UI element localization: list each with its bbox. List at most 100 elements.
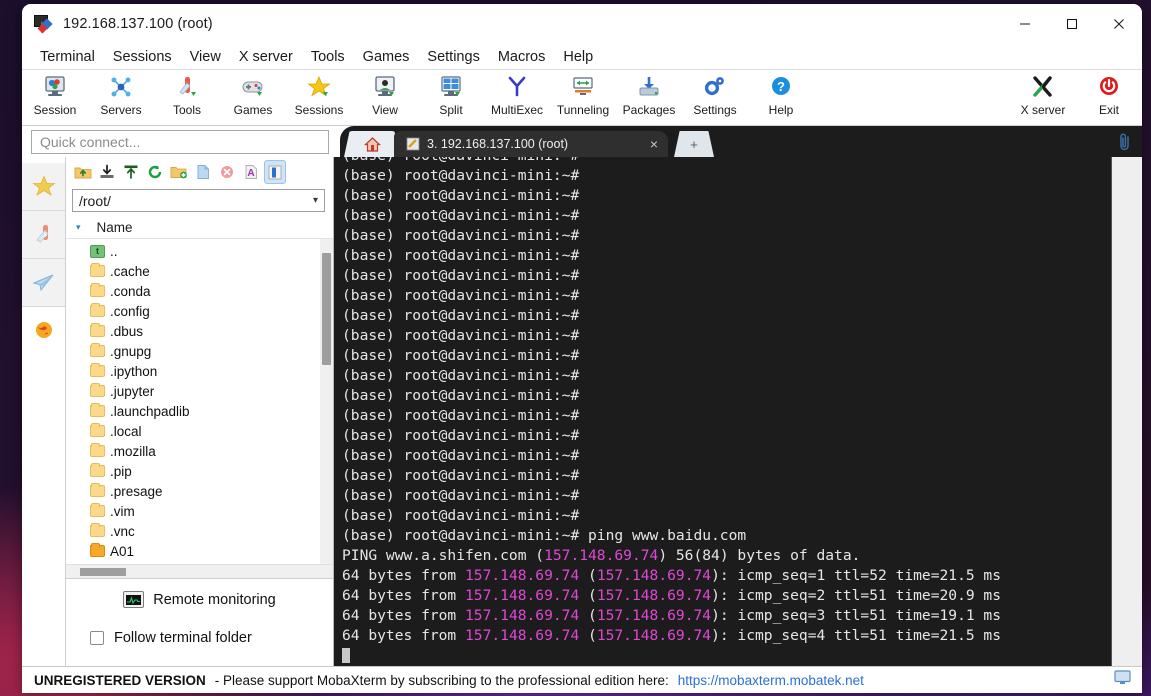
terminal-prompt-line: (base) root@davinci-mini:~# <box>342 347 580 364</box>
folder-icon <box>90 303 105 317</box>
menu-games[interactable]: Games <box>354 47 419 67</box>
remote-monitoring-button[interactable]: Remote monitoring <box>66 591 333 608</box>
toolbar-exit-button[interactable]: Exit <box>1076 70 1142 124</box>
file-list-item[interactable]: .local <box>66 421 320 441</box>
file-list-item-label: .config <box>110 303 150 319</box>
file-list-item[interactable]: .vim <box>66 501 320 521</box>
menu-view[interactable]: View <box>181 47 230 67</box>
new-file-icon[interactable] <box>192 160 214 184</box>
terminal-output[interactable]: (base) root@davinci-mini:~# (base) root@d… <box>334 157 1111 666</box>
file-list-item[interactable]: .gnupg <box>66 341 320 361</box>
multiexec-icon <box>504 73 530 101</box>
title-bar: 192.168.137.100 (root) <box>22 4 1142 45</box>
toolbar-view-button[interactable]: View <box>352 70 418 124</box>
paperclip-icon[interactable] <box>1117 132 1132 157</box>
file-browser-footer: Remote monitoring Follow terminal folder <box>66 578 333 666</box>
toolbar-servers-button[interactable]: Servers <box>88 70 154 124</box>
folder-icon <box>90 483 105 497</box>
file-list-header[interactable]: ▾ Name <box>66 216 333 239</box>
file-path-combobox[interactable]: /root/ ▾ <box>72 189 325 212</box>
toolbar-xserver-button[interactable]: X server <box>1010 70 1076 124</box>
file-list-item[interactable]: A01 <box>66 541 320 561</box>
delete-icon[interactable] <box>216 160 238 184</box>
toolbar-exit-label: Exit <box>1098 103 1119 117</box>
minimize-button[interactable] <box>1001 4 1048 45</box>
menu-x-server[interactable]: X server <box>230 47 302 67</box>
toolbar-games-button[interactable]: Games <box>220 70 286 124</box>
menu-bar: Terminal Sessions View X server Tools Ga… <box>22 45 1142 70</box>
file-list-item[interactable]: .launchpadlib <box>66 401 320 421</box>
new-tab-button[interactable]: + <box>674 131 714 157</box>
file-list-hscroll-thumb[interactable] <box>80 568 126 576</box>
quick-connect-input[interactable]: Quick connect... <box>31 129 329 154</box>
file-list-item[interactable]: .conda <box>66 281 320 301</box>
new-folder-icon[interactable] <box>168 160 190 184</box>
toolbar-split-button[interactable]: Split <box>418 70 484 124</box>
maximize-button[interactable] <box>1048 4 1095 45</box>
file-list-scrollbar[interactable] <box>320 239 333 564</box>
download-icon[interactable] <box>96 160 118 184</box>
follow-terminal-folder-row[interactable]: Follow terminal folder <box>66 630 333 646</box>
sidebar-sftp[interactable] <box>22 259 65 307</box>
mobaxterm-link[interactable]: https://mobaxterm.mobatek.net <box>678 673 864 688</box>
menu-tools[interactable]: Tools <box>302 47 354 67</box>
terminal-scrollbar[interactable] <box>1111 157 1142 666</box>
terminal-prompt-line: (base) root@davinci-mini:~# <box>342 487 580 504</box>
file-list-item[interactable]: .mozilla <box>66 441 320 461</box>
tab-home[interactable] <box>344 131 400 157</box>
toolbar-tools-button[interactable]: Tools <box>154 70 220 124</box>
refresh-icon[interactable] <box>144 160 166 184</box>
toolbar-xserver-label: X server <box>1020 103 1066 117</box>
sidebar-favorites[interactable] <box>22 163 65 211</box>
close-button[interactable] <box>1095 4 1142 45</box>
terminal-prompt-line: (base) root@davinci-mini:~# <box>342 227 580 244</box>
toolbar-help-button[interactable]: ? Help <box>748 70 814 124</box>
toggle-view-icon[interactable] <box>264 160 286 184</box>
tab-session-1[interactable]: 3. 192.168.137.100 (root) × <box>394 131 668 157</box>
tab-close-icon[interactable]: × <box>636 136 658 152</box>
toolbar-packages-button[interactable]: Packages <box>616 70 682 124</box>
file-list-item[interactable]: t.. <box>66 241 320 261</box>
file-list-wrapper: t.. .cache .conda .config .dbus .gnupg .ipytho… <box>66 239 333 564</box>
file-list-item[interactable]: .jupyter <box>66 381 320 401</box>
tab-session-label: 3. 192.168.137.100 (root) <box>427 137 569 151</box>
toolbar-tunneling-button[interactable]: Tunneling <box>550 70 616 124</box>
file-list[interactable]: t.. .cache .conda .config .dbus .gnupg .ipytho… <box>66 239 320 564</box>
mobaxterm-window: 192.168.137.100 (root) Terminal Sessions… <box>22 4 1142 693</box>
toolbar-session-button[interactable]: Session <box>22 70 88 124</box>
folder-icon <box>90 343 105 357</box>
menu-terminal[interactable]: Terminal <box>31 47 104 67</box>
sidebar-macros[interactable] <box>22 307 65 355</box>
menu-sessions[interactable]: Sessions <box>104 47 181 67</box>
file-list-item-label: .gnupg <box>110 343 152 359</box>
terminal-cursor <box>342 648 350 663</box>
follow-terminal-folder-checkbox[interactable] <box>90 631 104 645</box>
menu-settings[interactable]: Settings <box>418 47 488 67</box>
toolbar-sessions-button[interactable]: Sessions <box>286 70 352 124</box>
display-icon[interactable] <box>1114 670 1131 690</box>
file-list-item[interactable]: .vnc <box>66 521 320 541</box>
menu-macros[interactable]: Macros <box>489 47 555 67</box>
sidebar-tools[interactable] <box>22 211 65 259</box>
file-list-scroll-thumb[interactable] <box>322 253 331 365</box>
upload-icon[interactable] <box>120 160 142 184</box>
toolbar-multiexec-button[interactable]: MultiExec <box>484 70 550 124</box>
file-list-item[interactable]: .config <box>66 301 320 321</box>
file-list-item[interactable]: .dbus <box>66 321 320 341</box>
parent-folder-icon[interactable] <box>72 160 94 184</box>
file-list-item[interactable]: .pip <box>66 461 320 481</box>
file-list-item[interactable]: .ipython <box>66 361 320 381</box>
toolbar-split-label: Split <box>439 103 463 117</box>
servers-icon <box>108 73 134 101</box>
file-list-hscrollbar[interactable] <box>66 564 333 578</box>
terminal-prompt-line: (base) root@davinci-mini:~# <box>342 427 580 444</box>
rename-icon[interactable]: A <box>240 160 262 184</box>
folder-icon <box>90 523 105 537</box>
terminal-ping-header: PING www.a.shifen.com (157.148.69.74) 56… <box>342 547 861 564</box>
file-list-item[interactable]: .cache <box>66 261 320 281</box>
parent-directory-icon: t <box>90 244 105 258</box>
menu-help[interactable]: Help <box>554 47 602 67</box>
toolbar-settings-button[interactable]: Settings <box>682 70 748 124</box>
remote-monitoring-label: Remote monitoring <box>153 591 276 608</box>
file-list-item[interactable]: .presage <box>66 481 320 501</box>
